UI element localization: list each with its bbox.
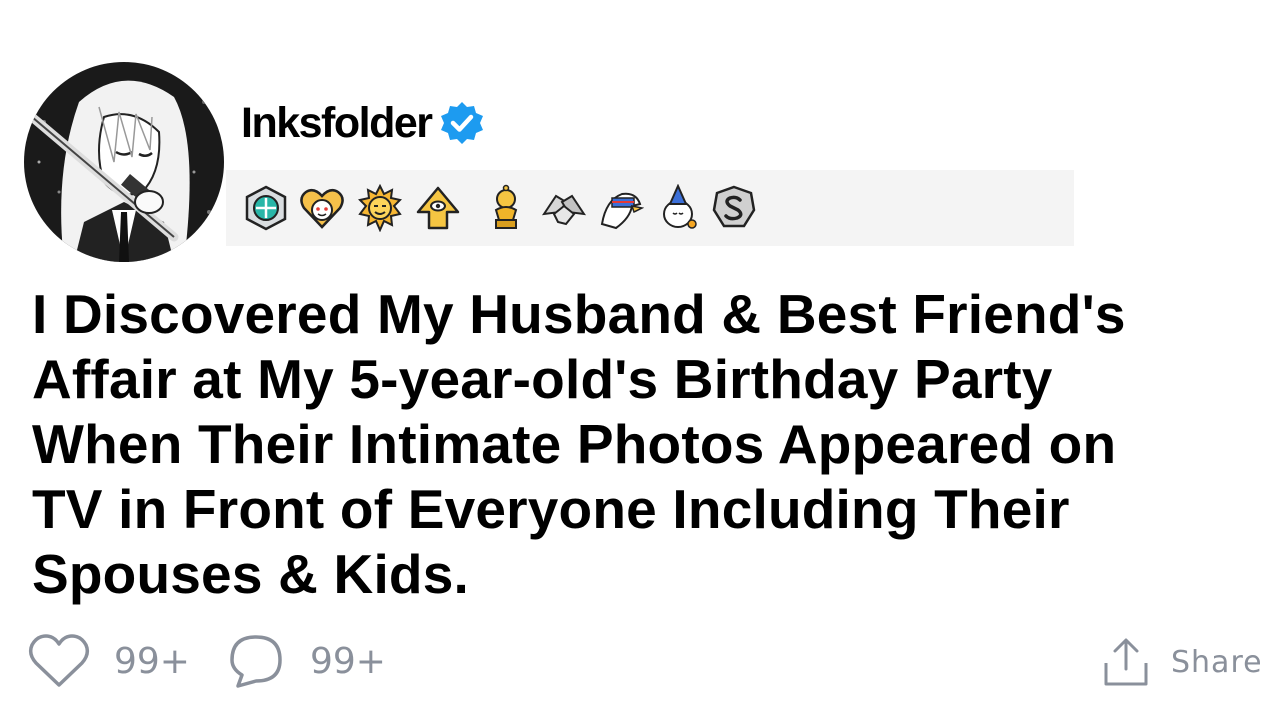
american-eagle-award-icon[interactable] xyxy=(596,184,644,232)
username-row: Inksfolder xyxy=(241,92,486,154)
post-card: Inksfolder I Discovered My Husband & Bes… xyxy=(0,0,1280,720)
likes-count: 99+ xyxy=(114,640,190,682)
verified-badge-icon xyxy=(438,99,486,147)
heart-icon xyxy=(28,633,90,689)
like-button[interactable]: 99+ xyxy=(28,632,190,690)
comment-bubble-icon xyxy=(228,633,284,689)
post-title-line: I Discovered My Husband & Best Friend's xyxy=(32,283,1126,345)
avatar[interactable] xyxy=(24,62,224,262)
all-seeing-upvote-award-icon[interactable] xyxy=(414,184,462,232)
wholesome-heart-award-icon[interactable] xyxy=(298,184,346,232)
post-title-line: TV in Front of Everyone Including Their xyxy=(32,478,1070,540)
post-title[interactable]: I Discovered My Husband & Best Friend's … xyxy=(32,282,1272,607)
party-award-icon[interactable] xyxy=(654,184,702,232)
silver-s-award-icon[interactable] xyxy=(710,184,758,232)
handshake-award-icon[interactable] xyxy=(540,184,588,232)
share-button[interactable]: Share xyxy=(1103,636,1263,688)
share-label: Share xyxy=(1171,644,1263,680)
sun-award-icon[interactable] xyxy=(356,184,404,232)
post-title-line: Spouses & Kids. xyxy=(32,543,469,605)
helpful-award-icon[interactable] xyxy=(242,184,290,232)
gold-trophy-award-icon[interactable] xyxy=(482,184,530,232)
comments-count: 99+ xyxy=(310,640,386,682)
username[interactable]: Inksfolder xyxy=(241,99,433,148)
post-title-line: Affair at My 5-year-old's Birthday Party xyxy=(32,348,1053,410)
share-upload-icon xyxy=(1103,637,1149,687)
awards-bar xyxy=(226,170,1074,246)
post-title-line: When Their Intimate Photos Appeared on xyxy=(32,413,1117,475)
comment-button[interactable]: 99+ xyxy=(228,632,386,690)
